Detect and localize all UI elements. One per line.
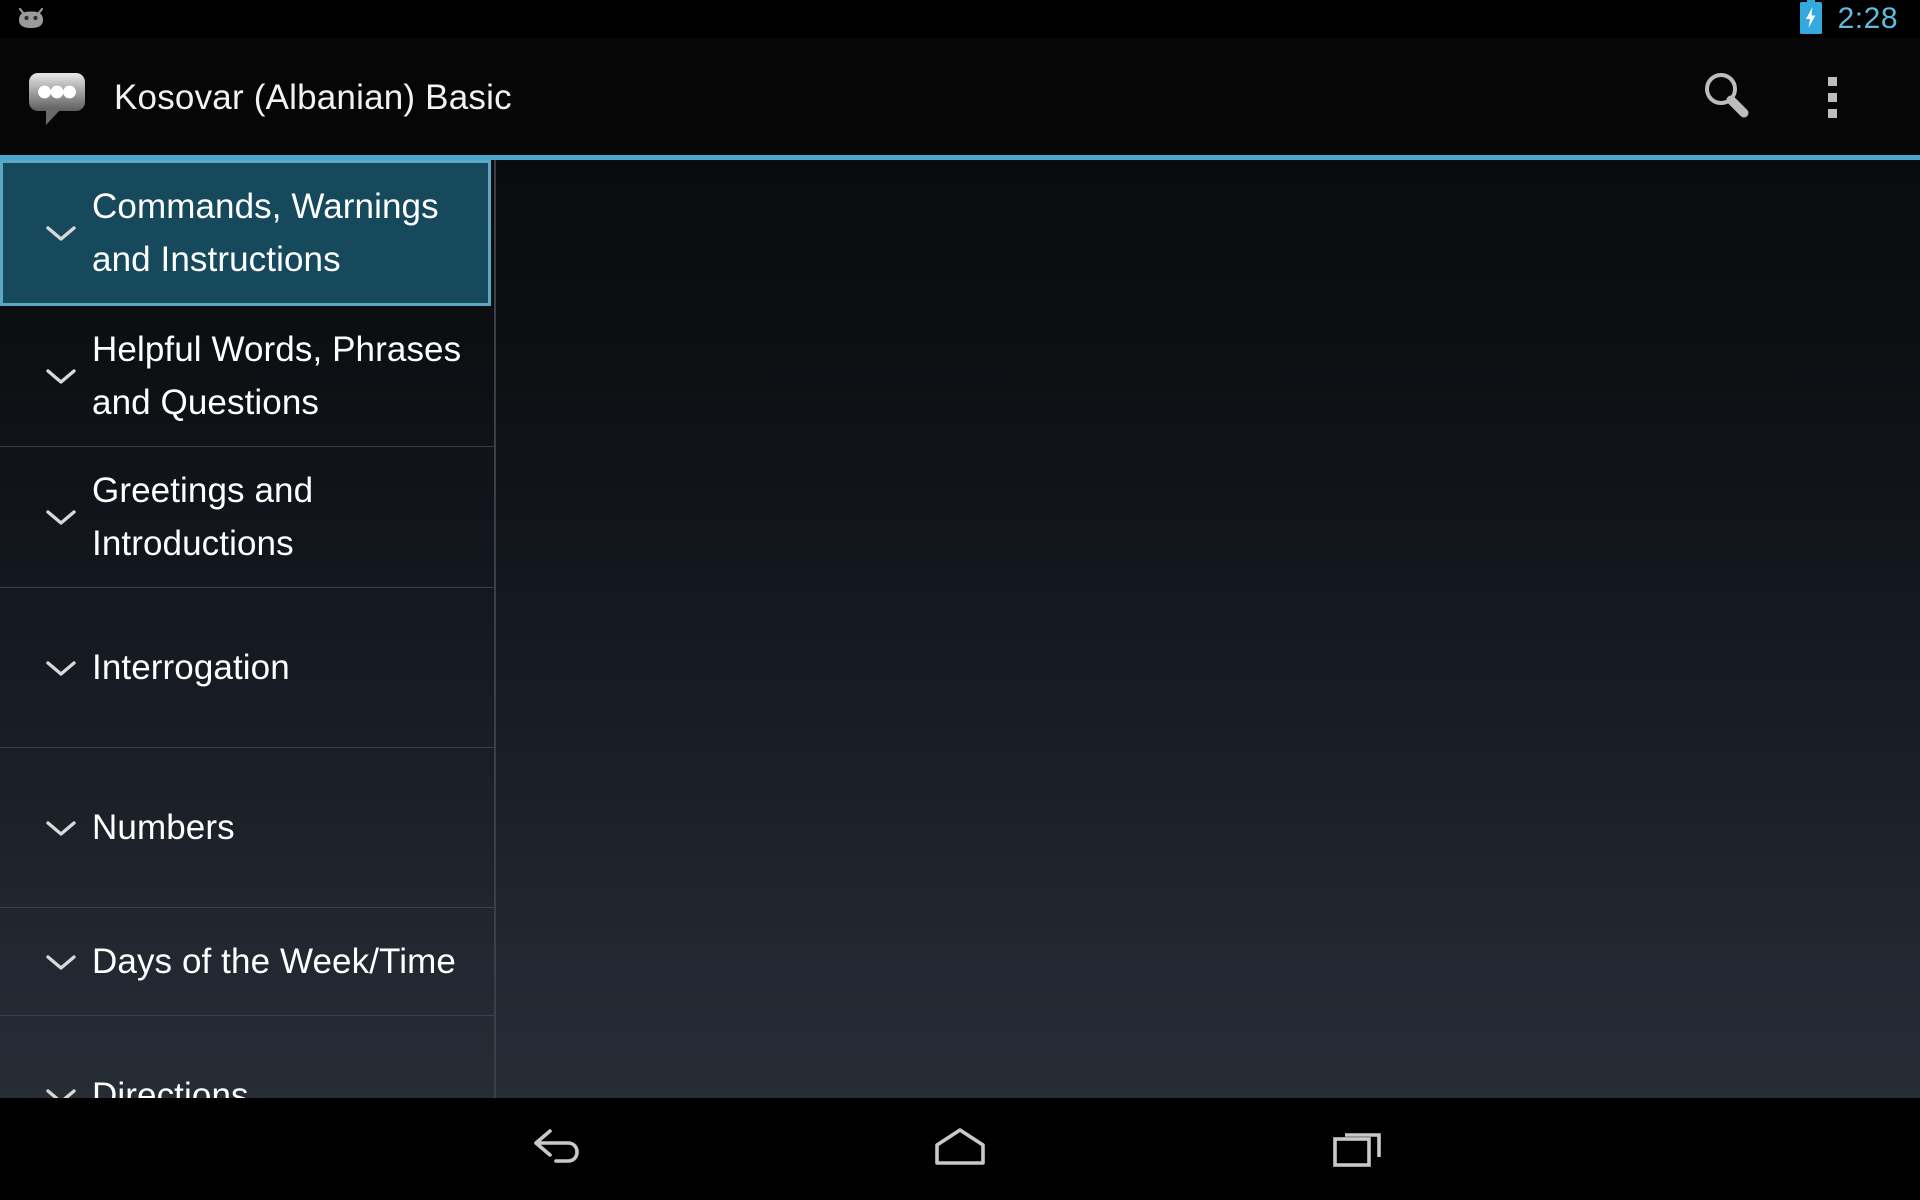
navigation-bar [0, 1098, 1920, 1200]
list-item-interrogation[interactable]: Interrogation [0, 588, 494, 748]
content-area: Commands, Warnings and Instructions Help… [0, 160, 1920, 1098]
list-item-label: Numbers [92, 808, 235, 847]
category-list-panel[interactable]: Commands, Warnings and Instructions Help… [0, 160, 496, 1098]
home-button[interactable] [840, 1098, 1080, 1200]
chevron-down-icon [30, 1086, 92, 1098]
status-bar-system: 2:28 [1798, 0, 1898, 40]
home-icon [929, 1123, 991, 1176]
list-item-helpful-words[interactable]: Helpful Words, Phrases and Questions [0, 306, 494, 447]
overflow-menu-icon [1827, 77, 1837, 118]
detail-pane [498, 160, 1920, 1098]
list-item-directions[interactable]: Directions [0, 1016, 494, 1098]
speech-bubble-icon [26, 72, 88, 133]
back-button[interactable] [440, 1098, 680, 1200]
search-icon [1699, 68, 1753, 127]
list-item-label: Greetings and Introductions [92, 471, 314, 563]
status-bar-notifications [14, 4, 48, 35]
chevron-down-icon [30, 223, 92, 243]
status-bar: 2:28 [0, 0, 1920, 38]
action-bar: Kosovar (Albanian) Basic [0, 38, 1920, 157]
chevron-down-icon [30, 818, 92, 838]
list-item-days-of-week[interactable]: Days of the Week/Time [0, 908, 494, 1016]
list-item-label: Days of the Week/Time [92, 942, 456, 981]
app-icon-button[interactable] [26, 67, 88, 129]
status-bar-clock: 2:28 [1837, 2, 1898, 35]
chevron-down-icon [30, 507, 92, 527]
list-item-label: Interrogation [92, 648, 290, 687]
list-item-label: Directions [92, 1076, 249, 1098]
battery-charging-icon [1798, 0, 1824, 40]
android-screen: 2:28 Kosovar (Albanian) Basic Commands, … [0, 0, 1920, 1200]
chevron-down-icon [30, 658, 92, 678]
chevron-down-icon [30, 366, 92, 386]
chevron-down-icon [30, 952, 92, 972]
list-item-numbers[interactable]: Numbers [0, 748, 494, 908]
search-button[interactable] [1678, 38, 1774, 157]
action-bar-actions [1678, 38, 1920, 157]
overflow-menu-button[interactable] [1784, 38, 1880, 157]
page-title: Kosovar (Albanian) Basic [114, 77, 512, 117]
recent-apps-icon [1329, 1123, 1391, 1176]
category-list: Commands, Warnings and Instructions Help… [0, 160, 494, 1098]
list-item-label: Helpful Words, Phrases and Questions [92, 330, 462, 422]
recents-button[interactable] [1240, 1098, 1480, 1200]
list-item-greetings[interactable]: Greetings and Introductions [0, 447, 494, 588]
back-arrow-icon [528, 1123, 592, 1176]
list-item-commands[interactable]: Commands, Warnings and Instructions [0, 160, 491, 306]
android-bugdroid-icon [14, 4, 48, 35]
list-item-label: Commands, Warnings and Instructions [92, 187, 439, 279]
